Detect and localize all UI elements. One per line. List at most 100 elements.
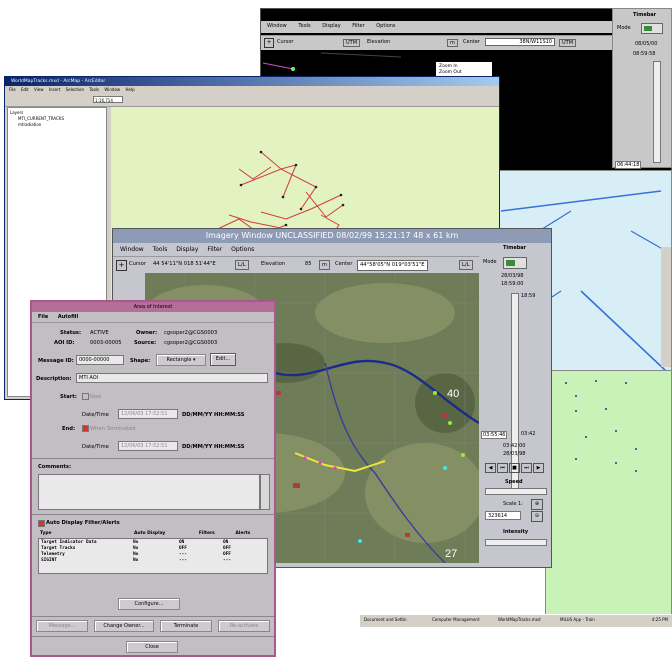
zoom-out-icon[interactable]: ⊖: [531, 511, 543, 522]
table-row[interactable]: SIGINT No --- ---: [39, 557, 267, 563]
time-slider[interactable]: [511, 293, 519, 491]
cursor-label: Cursor: [129, 261, 147, 267]
description-label: Description:: [36, 376, 72, 382]
playback-controls: ◀ ⏮ ■ ⏭ ▶: [485, 463, 544, 473]
crosshair-icon[interactable]: +: [116, 260, 127, 271]
end-datetime-field[interactable]: 12/06/03 17:52:51: [118, 441, 178, 451]
start-now-checkbox[interactable]: [82, 393, 89, 400]
mode-toggle[interactable]: [503, 257, 527, 269]
row-alerts: ---: [223, 557, 231, 563]
menu-display[interactable]: Display: [322, 23, 340, 29]
mode-toggle[interactable]: [641, 23, 663, 34]
filters-list[interactable]: Target Indicator Data No ON ON Target Track…: [38, 538, 268, 574]
chevron-down-icon: ▾: [193, 357, 196, 363]
intensity-slider[interactable]: [485, 539, 547, 546]
menu-display[interactable]: Display: [176, 246, 198, 253]
filters-rows: Target Indicator Data No ON ON Target Track…: [39, 539, 267, 563]
start-datetime-field[interactable]: 12/06/03 17:52:51: [118, 409, 178, 419]
reactivate-button[interactable]: Re-activate: [218, 620, 270, 632]
speed-slider[interactable]: [485, 488, 547, 495]
auto-display-checkbox[interactable]: [38, 520, 45, 527]
change-owner-button[interactable]: Change Owner...: [94, 620, 154, 632]
menu-edit[interactable]: Edit: [21, 87, 29, 92]
menu-selection[interactable]: Selection: [66, 87, 84, 92]
cursor-value: 44 54'11"N 018 51'44"E: [153, 261, 216, 267]
step-back-icon[interactable]: ⏮: [497, 463, 508, 473]
utm-button-2[interactable]: UTM: [559, 39, 577, 47]
menu-window[interactable]: Window: [267, 23, 287, 29]
map-label-40: 40: [447, 388, 459, 400]
menu-options[interactable]: Options: [231, 246, 254, 253]
menu-tools[interactable]: Tools: [153, 246, 168, 253]
imagery-menu: Window Tools Display Filter Options: [113, 243, 479, 256]
arcmap-menu: File Edit View Insert Selection Tools Wi…: [5, 86, 499, 94]
configure-button[interactable]: Configure...: [118, 598, 180, 610]
menu-tools[interactable]: Tools: [89, 87, 99, 92]
menu-file[interactable]: File: [9, 87, 16, 92]
row-auto: No: [133, 557, 139, 563]
end-terminated-checkbox[interactable]: [82, 425, 89, 432]
menu-window[interactable]: Window: [104, 87, 120, 92]
top-time-slider[interactable]: [653, 61, 661, 163]
menu-help[interactable]: Help: [125, 87, 134, 92]
menu-autofill[interactable]: Autofill: [58, 314, 78, 320]
close-button[interactable]: Close: [126, 641, 178, 653]
owner-value: cgsoper2@CGS0003: [164, 330, 218, 336]
menu-tools[interactable]: Tools: [298, 23, 310, 29]
taskbar-item-3[interactable]: WorldMapTracks.mxd: [498, 617, 541, 622]
aoi-id-value: 0003-00005: [90, 340, 122, 346]
start-datetime-format: DD/MM/YY HH:MM:SS: [182, 412, 245, 418]
top-time: 08:59:58: [633, 51, 656, 57]
comments-scrollbar[interactable]: [260, 474, 270, 510]
scale-field[interactable]: 1:16,714: [93, 96, 123, 103]
mode-label: Mode: [617, 25, 631, 31]
mode-icon: [644, 26, 652, 31]
taskbar-item-1[interactable]: Document and Settin: [364, 617, 407, 622]
menu-filter[interactable]: Filter: [352, 23, 364, 29]
rewind-icon[interactable]: ◀: [485, 463, 496, 473]
divider-3: [32, 616, 274, 617]
utm-button[interactable]: UTM: [343, 39, 361, 47]
stop-icon[interactable]: ■: [509, 463, 520, 473]
aoi-menu: File Autofill: [32, 312, 274, 323]
zoom-in-icon[interactable]: ⊕: [531, 499, 543, 510]
menu-options[interactable]: Options: [376, 23, 395, 29]
menu-window[interactable]: Window: [120, 246, 144, 253]
menu-bar: Window Tools Display Filter Options: [261, 21, 671, 33]
arcmap-title: WorldMapTracks.mxd - ArcMap - ArcEditor: [5, 77, 499, 86]
taskbar-item-2[interactable]: Computer Management: [432, 617, 480, 622]
terminate-button[interactable]: Terminate: [160, 620, 212, 632]
description-field[interactable]: MTI AOI: [76, 373, 268, 383]
intensity-label: Intensity: [503, 529, 529, 535]
toc-layer-radiation[interactable]: mtradiation: [10, 122, 104, 128]
m-button[interactable]: m: [319, 260, 331, 270]
menu-view[interactable]: View: [34, 87, 44, 92]
menu-file[interactable]: File: [38, 314, 48, 320]
message-button[interactable]: Message...: [36, 620, 88, 632]
m-button[interactable]: m: [447, 39, 458, 47]
menu-insert[interactable]: Insert: [49, 87, 60, 92]
shape-dropdown[interactable]: Rectangle ▾: [156, 354, 206, 366]
center-label: Center: [463, 39, 480, 45]
taskbar-item-4[interactable]: MILUS App - Train: [560, 617, 595, 622]
status-value: ACTIVE: [90, 330, 109, 336]
timebar-panel: Timebar Mode 28/03/98 18:59:00 18:59 03:…: [481, 243, 551, 565]
message-id-field[interactable]: 0000-00000: [76, 355, 124, 365]
ll-button[interactable]: L/L: [235, 260, 249, 270]
center-field[interactable]: 38N/W11S10: [485, 38, 555, 46]
play-icon[interactable]: ▶: [533, 463, 544, 473]
right-green-window: [545, 370, 672, 620]
title-bar: [261, 9, 671, 19]
comments-field[interactable]: [38, 474, 260, 510]
menu-filter[interactable]: Filter: [207, 246, 222, 253]
edit-button[interactable]: Edit...: [210, 353, 236, 366]
mode-label: Mode: [483, 259, 497, 265]
divider-2: [32, 514, 274, 515]
ll-button-2[interactable]: L/L: [459, 260, 473, 270]
center-field[interactable]: 44°58'05"N 019°03'51"E: [357, 260, 428, 271]
timebar-title: Timebar: [633, 12, 657, 18]
scale-field[interactable]: 323614: [485, 511, 521, 520]
step-forward-icon[interactable]: ⏭: [521, 463, 532, 473]
divider: [32, 458, 274, 459]
timebar-title: Timebar: [503, 245, 527, 251]
